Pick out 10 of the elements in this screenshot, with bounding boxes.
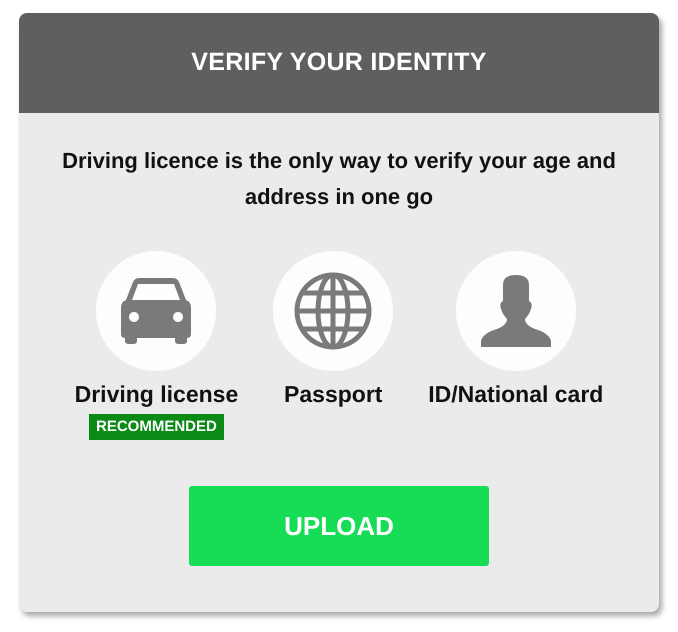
upload-button[interactable]: UPLOAD [189,486,489,566]
globe-icon [294,272,372,350]
person-icon [480,275,551,347]
option-label: Passport [284,380,382,409]
dialog-title: VERIFY YOUR IDENTITY [191,47,487,78]
option-label: Driving license [74,380,238,409]
option-label: ID/National card [428,380,604,409]
car-icon [119,278,194,344]
message-text: Driving licence is the only way to verify your age and address in one go [61,147,617,211]
recommended-badge: RECOMMENDED [89,414,224,440]
